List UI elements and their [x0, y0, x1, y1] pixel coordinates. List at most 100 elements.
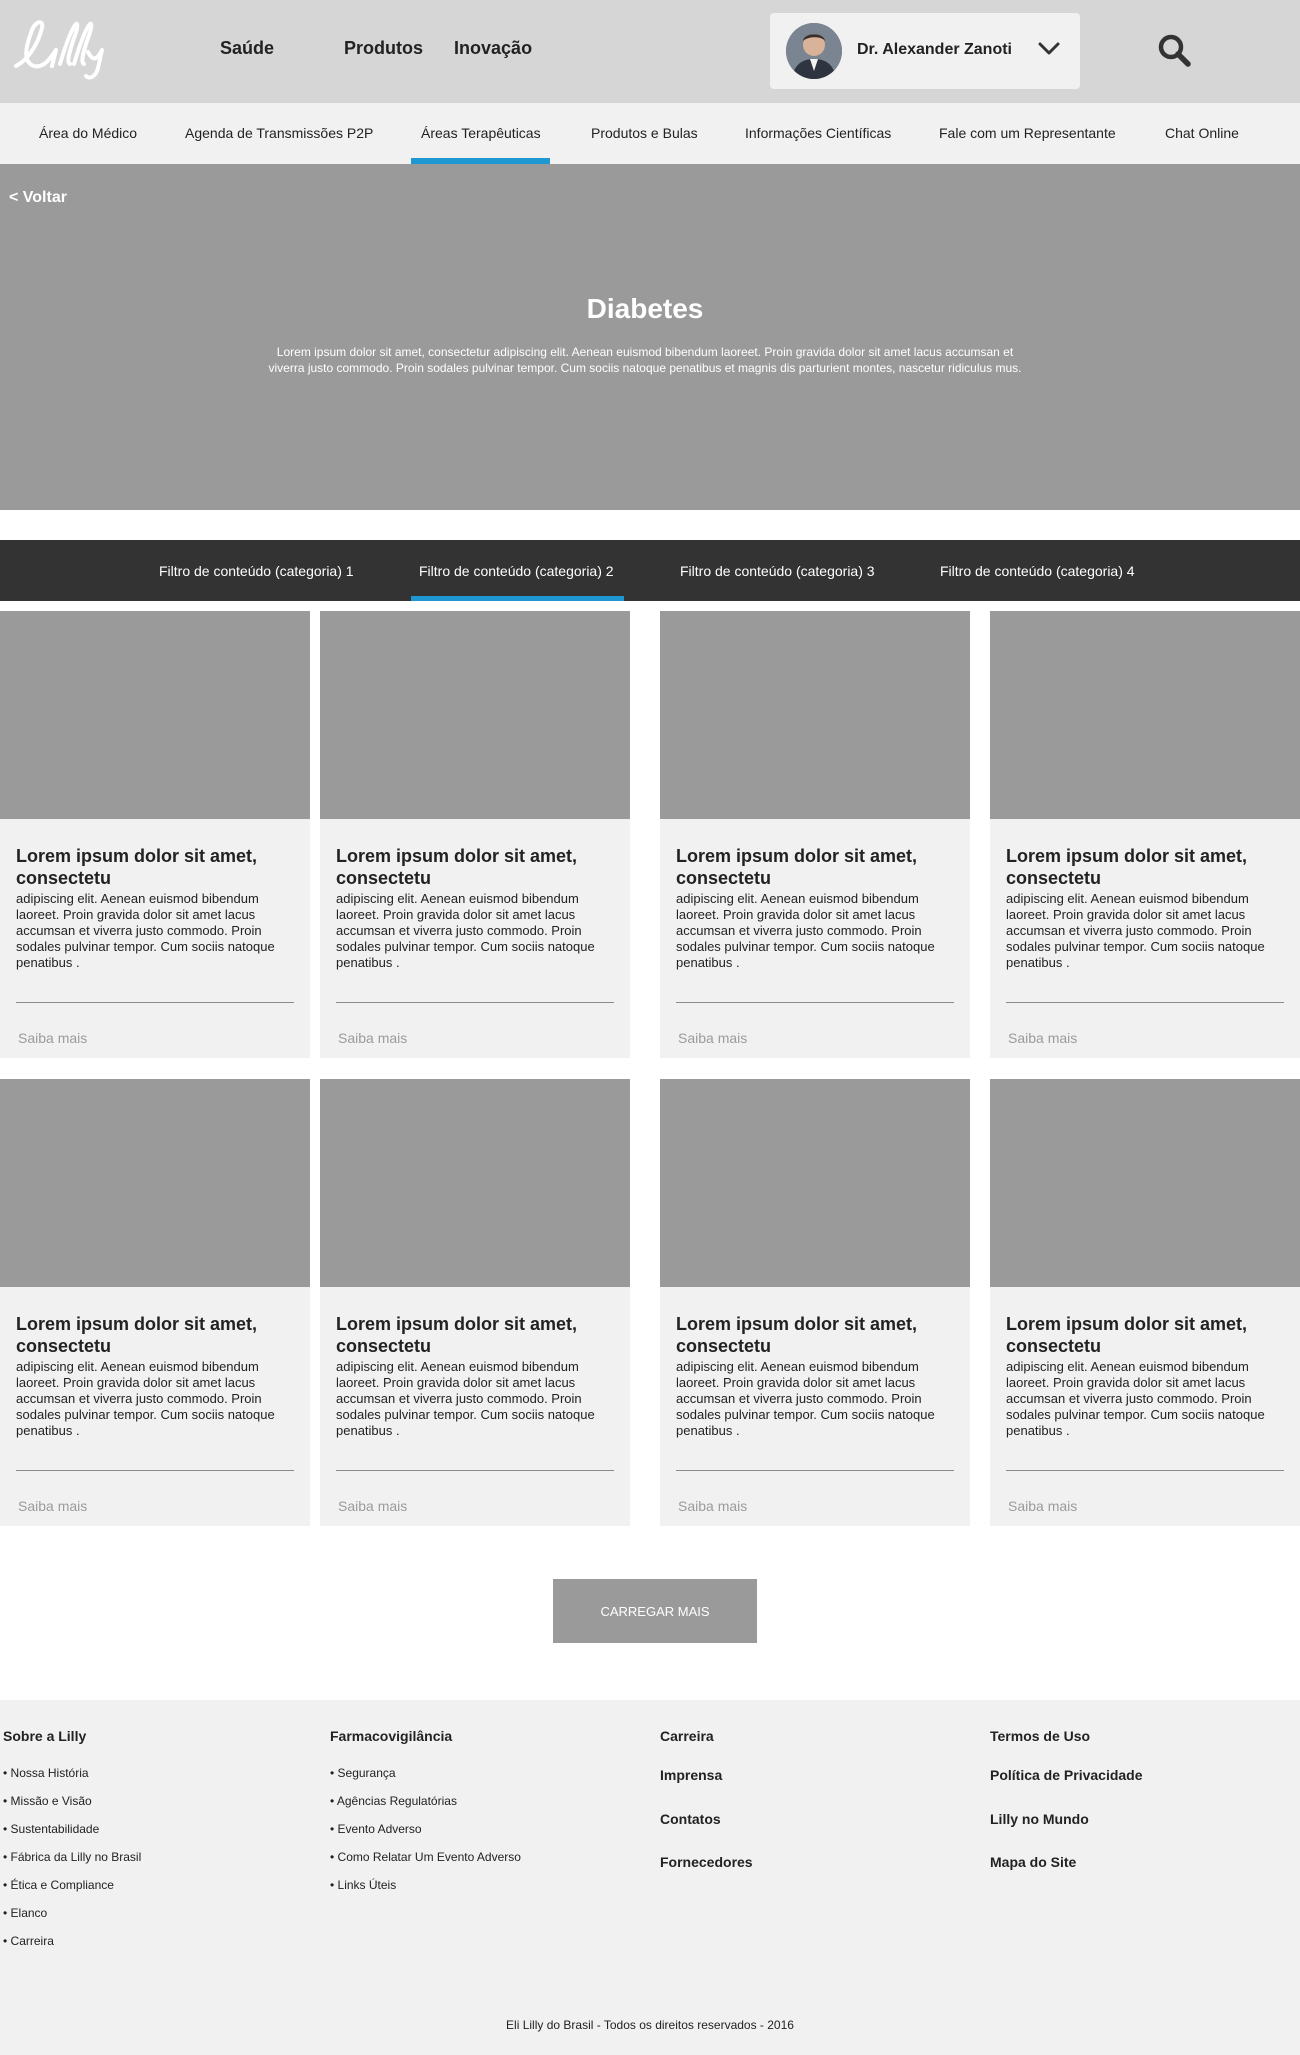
- footer-link[interactable]: • Segurança: [330, 1766, 521, 1794]
- subnav-informacoes-cientificas[interactable]: Informações Científicas: [745, 125, 891, 141]
- copyright: Eli Lilly do Brasil - Todos os direitos …: [506, 2018, 794, 2032]
- footer-link-fornecedores[interactable]: Fornecedores: [660, 1854, 753, 1870]
- card-text: adipiscing elit. Aenean euismod bibendum…: [16, 891, 275, 970]
- footer-link[interactable]: • Agências Regulatórias: [330, 1794, 521, 1822]
- hero-description: Lorem ipsum dolor sit amet, consectetur …: [268, 345, 1022, 375]
- content-card[interactable]: Lorem ipsum dolor sit amet, consectetu a…: [320, 1079, 630, 1526]
- content-card[interactable]: Lorem ipsum dolor sit amet, consectetu a…: [0, 1079, 310, 1526]
- footer-link-politica-privacidade[interactable]: Política de Privacidade: [990, 1767, 1143, 1783]
- card-title: Lorem ipsum dolor sit amet, consectetu: [676, 846, 918, 888]
- card-read-more-link[interactable]: Saiba mais: [1008, 1498, 1077, 1514]
- card-image: [0, 1079, 310, 1287]
- category-filter-bar: Filtro de conteúdo (categoria) 1 Filtro …: [0, 540, 1300, 601]
- card-title: Lorem ipsum dolor sit amet, consectetu: [336, 846, 578, 888]
- content-card[interactable]: Lorem ipsum dolor sit amet, consectetu a…: [990, 611, 1300, 1058]
- subnav-agenda-p2p[interactable]: Agenda de Transmissões P2P: [185, 125, 373, 141]
- avatar: [786, 23, 842, 79]
- card-title: Lorem ipsum dolor sit amet, consectetu: [1006, 1314, 1248, 1356]
- page-title: Diabetes: [586, 293, 704, 324]
- nav-saude[interactable]: Saúde: [220, 38, 274, 59]
- card-text: adipiscing elit. Aenean euismod bibendum…: [676, 1359, 935, 1438]
- footer-link[interactable]: • Nossa História: [3, 1766, 141, 1794]
- card-text: adipiscing elit. Aenean euismod bibendum…: [676, 891, 935, 970]
- footer-link[interactable]: • Evento Adverso: [330, 1822, 521, 1850]
- chevron-down-icon[interactable]: [1038, 41, 1060, 57]
- subnav-area-do-medico[interactable]: Área do Médico: [39, 125, 137, 141]
- card-divider: [676, 1002, 954, 1003]
- subnav-chat-online[interactable]: Chat Online: [1165, 125, 1239, 141]
- filter-active-indicator: [411, 596, 624, 601]
- footer-link[interactable]: • Como Relatar Um Evento Adverso: [330, 1850, 521, 1878]
- footer-link[interactable]: • Missão e Visão: [3, 1794, 141, 1822]
- card-image: [660, 1079, 970, 1287]
- lilly-logo[interactable]: [8, 14, 118, 84]
- card-read-more-link[interactable]: Saiba mais: [678, 1498, 747, 1514]
- filter-category-1[interactable]: Filtro de conteúdo (categoria) 1: [159, 563, 354, 579]
- footer-heading: Sobre a Lilly: [3, 1728, 87, 1744]
- card-text: adipiscing elit. Aenean euismod bibendum…: [336, 891, 595, 970]
- footer-link[interactable]: • Fábrica da Lilly no Brasil: [3, 1850, 141, 1878]
- card-read-more-link[interactable]: Saiba mais: [18, 1498, 87, 1514]
- card-title: Lorem ipsum dolor sit amet, consectetu: [16, 846, 258, 888]
- card-divider: [336, 1470, 614, 1471]
- card-title: Lorem ipsum dolor sit amet, consectetu: [16, 1314, 258, 1356]
- card-text: adipiscing elit. Aenean euismod bibendum…: [336, 1359, 595, 1438]
- nav-produtos[interactable]: Produtos: [344, 38, 423, 59]
- content-card[interactable]: Lorem ipsum dolor sit amet, consectetu a…: [660, 611, 970, 1058]
- card-text: adipiscing elit. Aenean euismod bibendum…: [1006, 1359, 1265, 1438]
- footer-column-links-2: Termos de Uso Política de Privacidade Li…: [990, 1728, 1143, 1870]
- footer-link-mapa-do-site[interactable]: Mapa do Site: [990, 1854, 1143, 1870]
- card-read-more-link[interactable]: Saiba mais: [18, 1030, 87, 1046]
- card-title: Lorem ipsum dolor sit amet, consectetu: [676, 1314, 918, 1356]
- card-read-more-link[interactable]: Saiba mais: [1008, 1030, 1077, 1046]
- subnav-produtos-e-bulas[interactable]: Produtos e Bulas: [591, 125, 698, 141]
- content-card[interactable]: Lorem ipsum dolor sit amet, consectetu a…: [660, 1079, 970, 1526]
- footer-link[interactable]: • Elanco: [3, 1906, 141, 1934]
- search-icon[interactable]: [1156, 32, 1192, 68]
- user-menu[interactable]: Dr. Alexander Zanoti: [770, 13, 1080, 89]
- back-link[interactable]: < Voltar: [9, 189, 67, 207]
- footer-link-contatos[interactable]: Contatos: [660, 1811, 753, 1827]
- card-divider: [336, 1002, 614, 1003]
- card-divider: [16, 1470, 294, 1471]
- card-image: [320, 611, 630, 819]
- card-divider: [16, 1002, 294, 1003]
- footer-link-carreira[interactable]: Carreira: [660, 1728, 753, 1744]
- subnav-fale-com-representante[interactable]: Fale com um Representante: [939, 125, 1116, 141]
- footer-link[interactable]: • Ética e Compliance: [3, 1878, 141, 1906]
- card-text: adipiscing elit. Aenean euismod bibendum…: [1006, 891, 1265, 970]
- card-read-more-link[interactable]: Saiba mais: [678, 1030, 747, 1046]
- footer-link-lilly-no-mundo[interactable]: Lilly no Mundo: [990, 1811, 1143, 1827]
- user-name: Dr. Alexander Zanoti: [857, 41, 1012, 58]
- nav-inovacao[interactable]: Inovação: [454, 38, 532, 59]
- footer-column-links-1: Carreira Imprensa Contatos Fornecedores: [660, 1728, 753, 1870]
- card-divider: [1006, 1002, 1284, 1003]
- card-read-more-link[interactable]: Saiba mais: [338, 1498, 407, 1514]
- card-text: adipiscing elit. Aenean euismod bibendum…: [16, 1359, 275, 1438]
- card-title: Lorem ipsum dolor sit amet, consectetu: [1006, 846, 1248, 888]
- sub-nav: Área do Médico Agenda de Transmissões P2…: [0, 103, 1300, 164]
- content-card[interactable]: Lorem ipsum dolor sit amet, consectetu a…: [990, 1079, 1300, 1526]
- content-card[interactable]: Lorem ipsum dolor sit amet, consectetu a…: [320, 611, 630, 1058]
- card-read-more-link[interactable]: Saiba mais: [338, 1030, 407, 1046]
- content-card[interactable]: Lorem ipsum dolor sit amet, consectetu a…: [0, 611, 310, 1058]
- hero-banner: < Voltar Diabetes Lorem ipsum dolor sit …: [0, 164, 1300, 510]
- card-image: [0, 611, 310, 819]
- main-nav: Saúde Produtos Inovação: [220, 38, 532, 59]
- footer-heading: Farmacovigilância: [330, 1728, 453, 1744]
- filter-category-2[interactable]: Filtro de conteúdo (categoria) 2: [419, 563, 614, 579]
- filter-category-4[interactable]: Filtro de conteúdo (categoria) 4: [940, 563, 1135, 579]
- footer-link-termos-de-uso[interactable]: Termos de Uso: [990, 1728, 1143, 1744]
- card-image: [990, 611, 1300, 819]
- card-image: [990, 1079, 1300, 1287]
- site-header: Saúde Produtos Inovação Dr. Alexander Za…: [0, 0, 1300, 103]
- load-more-button[interactable]: CARREGAR MAIS: [553, 1579, 757, 1643]
- footer-link[interactable]: • Carreira: [3, 1934, 141, 1962]
- footer-column-farmacovigilancia: Farmacovigilância • Segurança • Agências…: [330, 1728, 521, 1906]
- footer-link-imprensa[interactable]: Imprensa: [660, 1767, 753, 1783]
- filter-category-3[interactable]: Filtro de conteúdo (categoria) 3: [680, 563, 875, 579]
- subnav-areas-terapeuticas[interactable]: Áreas Terapêuticas: [421, 125, 541, 141]
- footer-link[interactable]: • Sustentabilidade: [3, 1822, 141, 1850]
- card-title: Lorem ipsum dolor sit amet, consectetu: [336, 1314, 578, 1356]
- footer-link[interactable]: • Links Úteis: [330, 1878, 521, 1906]
